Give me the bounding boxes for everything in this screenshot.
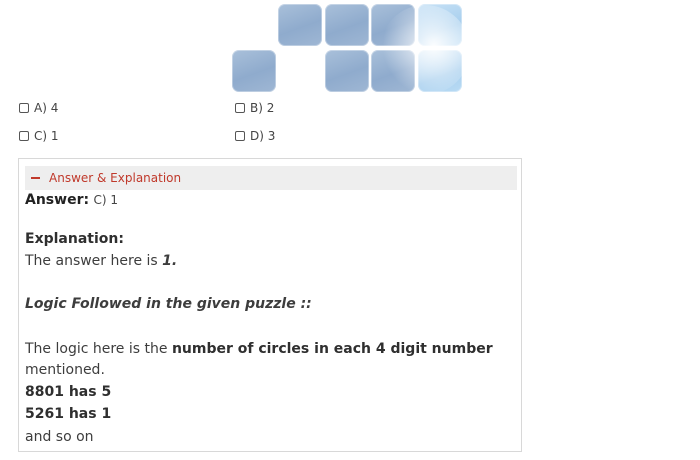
- explanation-line: The answer here is 1.: [25, 253, 177, 269]
- puzzle-tile: [325, 4, 369, 46]
- logic-suffix: mentioned.: [25, 362, 105, 378]
- explanation-text: The answer here is: [25, 253, 163, 269]
- logic-line: The logic here is the number of circles …: [25, 341, 493, 357]
- puzzle-image: [230, 0, 470, 95]
- logic-emphasis: number of circles in each 4 digit number: [171, 341, 493, 357]
- option-b-label: B) 2: [250, 101, 275, 115]
- answer-value: C) 1: [93, 193, 119, 207]
- puzzle-tile: [371, 50, 415, 92]
- example-1: 8801 has 5: [25, 384, 112, 400]
- option-c-checkbox[interactable]: [19, 131, 29, 141]
- puzzle-tile: [371, 4, 415, 46]
- answer-line: Answer: C) 1: [25, 192, 118, 208]
- option-c-label: C) 1: [34, 129, 59, 143]
- puzzle-tile: [278, 4, 322, 46]
- explanation-heading: Explanation:: [25, 231, 124, 247]
- explanation-answer: 1.: [162, 253, 178, 269]
- answer-explanation-toggle[interactable]: Answer & Explanation: [25, 166, 517, 190]
- answer-panel: Answer & Explanation Answer: C) 1 Explan…: [18, 158, 522, 452]
- option-d-label: D) 3: [250, 129, 276, 143]
- option-c[interactable]: C) 1: [19, 129, 59, 143]
- logic-heading: Logic Followed in the given puzzle ::: [25, 296, 312, 312]
- puzzle-tile: [418, 50, 462, 92]
- option-a-checkbox[interactable]: [19, 103, 29, 113]
- answer-explanation-label: Answer & Explanation: [49, 171, 182, 185]
- option-b-checkbox[interactable]: [235, 103, 245, 113]
- puzzle-tile: [325, 50, 369, 92]
- example-2: 5261 has 1: [25, 406, 112, 422]
- puzzle-tile: [418, 4, 462, 46]
- option-d[interactable]: D) 3: [235, 129, 275, 143]
- minus-icon: [31, 177, 40, 179]
- option-a[interactable]: A) 4: [19, 101, 58, 115]
- tail-text: and so on: [25, 429, 94, 445]
- logic-prefix: The logic here is the: [25, 341, 172, 357]
- option-d-checkbox[interactable]: [235, 131, 245, 141]
- answer-label: Answer:: [25, 192, 90, 208]
- puzzle-tile: [232, 50, 276, 92]
- option-a-label: A) 4: [34, 101, 59, 115]
- option-b[interactable]: B) 2: [235, 101, 274, 115]
